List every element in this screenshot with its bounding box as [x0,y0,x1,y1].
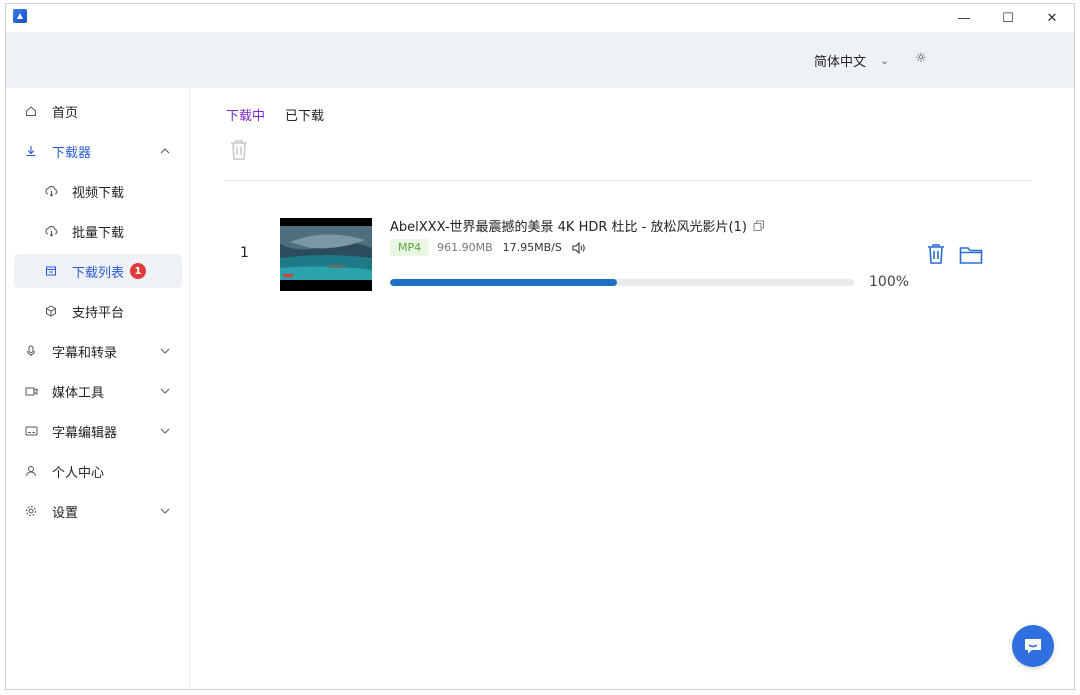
home-icon [24,104,38,118]
window-controls: — ☐ ✕ [942,4,1074,32]
tab-downloading[interactable]: 下载中 [226,105,265,124]
sidebar-item-label: 字幕编辑器 [52,425,118,441]
chevron-down-icon [160,386,170,397]
subtitle-icon [24,424,38,438]
sidebar-item-settings[interactable]: 设置 [14,494,182,528]
download-title: AbelXXX-世界最震撼的美景 4K HDR 杜比 - 放松风光影片(1) [390,216,765,235]
gear-icon [24,504,38,518]
progress-percent: 100% [869,274,910,290]
trash-icon [231,140,247,160]
chevron-down-icon [160,506,170,517]
list-icon [44,264,58,278]
close-button[interactable]: ✕ [1030,4,1074,32]
app-window: — ☐ ✕ 简体中文 ⌄ ☼ 首页 下载器 视频下载 批量下载 下载列表 1 支… [5,3,1075,690]
top-header: 简体中文 ⌄ ☼ [6,32,1074,88]
sidebar-item-label: 设置 [52,505,79,521]
delete-download-button[interactable] [926,243,946,265]
download-speed: 17.95MB/S [502,241,562,254]
file-size: 961.90MB [437,241,493,254]
sidebar-item-label: 下载器 [52,145,92,161]
sidebar-item-label: 个人中心 [52,465,105,481]
sidebar-item-supported-platforms[interactable]: 支持平台 [14,294,182,328]
chevron-down-icon: ⌄ [880,54,890,67]
sidebar-item-video-download[interactable]: 视频下载 [14,174,182,208]
user-icon [24,464,38,478]
sidebar-item-subtitles[interactable]: 字幕和转录 [14,334,182,368]
sidebar-item-label: 媒体工具 [52,385,105,401]
download-icon [24,144,38,158]
format-badge: MP4 [390,239,430,256]
title-bar: — ☐ ✕ [6,4,1074,32]
chat-support-button[interactable] [1012,625,1054,667]
sidebar-item-label: 下载列表 [72,265,125,281]
sidebar-item-home[interactable]: 首页 [14,94,182,128]
main-content: 下载中 已下载 1 AbelXXX-世界最震撼的美景 4K HDR 杜比 - 放… [191,88,1074,689]
chat-icon [1025,639,1041,654]
maximize-button[interactable]: ☐ [986,4,1030,32]
sidebar-item-downloader[interactable]: 下载器 [14,134,182,168]
trash-icon [928,244,944,264]
download-row: 1 AbelXXX-世界最震撼的美景 4K HDR 杜比 - 放松风光影片(1) [224,213,1032,293]
chevron-down-icon [160,346,170,357]
sidebar: 首页 下载器 视频下载 批量下载 下载列表 1 支持平台 字幕和转录 媒体工具 … [6,88,190,689]
language-label: 简体中文 [814,55,867,70]
theme-toggle-icon[interactable]: ☼ [913,51,929,67]
open-folder-button[interactable] [959,245,983,265]
progress-bar [390,279,854,286]
chevron-up-icon [160,146,170,157]
download-title-text: AbelXXX-世界最震撼的美景 4K HDR 杜比 - 放松风光影片(1) [390,220,747,235]
divider [224,180,1032,181]
sidebar-item-media-tools[interactable]: 媒体工具 [14,374,182,408]
cloud-download-icon [44,184,58,198]
sidebar-item-download-list[interactable]: 下载列表 1 [14,254,182,288]
language-select[interactable]: 简体中文 ⌄ [814,51,889,70]
sidebar-item-subtitle-editor[interactable]: 字幕编辑器 [14,414,182,448]
cube-icon [44,304,58,318]
delete-all-button[interactable] [229,139,249,161]
row-index: 1 [240,245,249,261]
sidebar-item-label: 批量下载 [72,225,125,241]
notification-badge: 1 [130,263,147,279]
cloud-download-icon [44,224,58,238]
sidebar-item-label: 支持平台 [72,305,125,321]
speaker-icon [572,241,585,254]
progress-fill [390,279,618,286]
app-logo-icon [13,9,27,23]
copy-icon[interactable] [753,220,765,232]
sidebar-item-label: 字幕和转录 [52,345,118,361]
video-thumbnail [280,218,372,291]
folder-icon [959,247,983,264]
video-icon [24,384,38,398]
sidebar-item-profile[interactable]: 个人中心 [14,454,182,488]
sidebar-item-batch-download[interactable]: 批量下载 [14,214,182,248]
tab-downloaded[interactable]: 已下载 [285,105,324,124]
minimize-button[interactable]: — [942,4,986,32]
sidebar-item-label: 首页 [52,105,79,121]
chevron-down-icon [160,426,170,437]
sidebar-item-label: 视频下载 [72,185,125,201]
download-meta: MP4 961.90MB 17.95MB/S [390,239,586,256]
download-tabs: 下载中 已下载 [226,105,344,124]
mic-icon [24,344,38,358]
